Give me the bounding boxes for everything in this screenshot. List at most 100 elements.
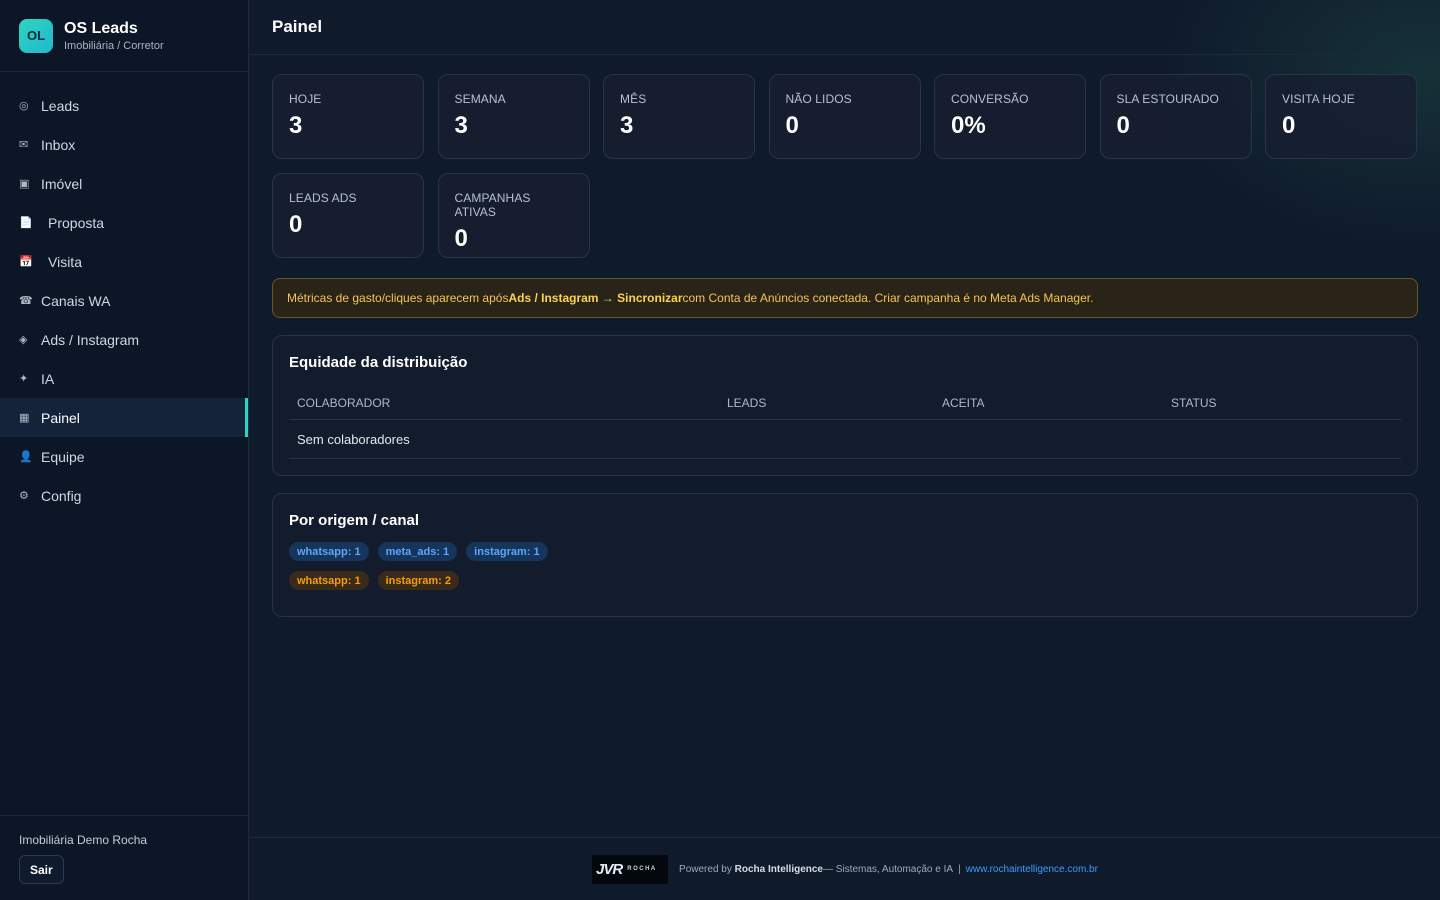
organization-name: Imobiliária Demo Rocha (19, 833, 148, 847)
sidebar: OL OS Leads Imobiliária / Corretor ◎ Lea… (0, 0, 249, 900)
stat-label: CAMPANHAS ATIVAS (454, 191, 531, 219)
page-title: Painel (272, 17, 323, 36)
mail-icon: ✉ (19, 139, 29, 151)
column-header-status: STATUS (1171, 396, 1217, 410)
column-header-colaborador: COLABORADOR (297, 396, 391, 410)
building-icon: ▣ (19, 178, 30, 190)
stat-label: VISITA HOJE (1282, 92, 1355, 106)
stat-value: 3 (620, 112, 634, 139)
sidebar-item-label: IA (41, 370, 55, 387)
column-header-aceita: ACEITA (942, 396, 985, 410)
topbar: Painel (250, 0, 1440, 55)
sidebar-item-visita[interactable]: 📅 Visita (0, 242, 248, 281)
stat-label: SEMANA (454, 92, 506, 106)
stat-card-nao-lidos: NÃO LIDOS 0 (768, 74, 921, 159)
sparkle-icon: ✦ (19, 373, 29, 385)
sidebar-item-proposta[interactable]: 📄 Proposta (0, 203, 248, 242)
powered-by-prefix: Powered by (679, 863, 732, 875)
stat-label: NÃO LIDOS (785, 92, 852, 106)
origin-chip: whatsapp: 1 (289, 571, 369, 590)
stat-card-conversao: CONVERSÃO 0% (934, 74, 1086, 159)
page-footer: JVR ROCHA Powered by Rocha Intelligence … (250, 837, 1440, 900)
stat-card-sla-estourado: SLA ESTOURADO 0 (1099, 74, 1252, 159)
origin-chip: meta_ads: 1 (377, 542, 458, 561)
sidebar-item-painel[interactable]: ▦ Painel (0, 398, 248, 437)
origin-panel: Por origem / canal whatsapp: 1 meta_ads:… (272, 493, 1418, 617)
stat-card-mes: MÊS 3 (603, 74, 755, 159)
brand-logo: OL (19, 18, 53, 53)
panel-title: Por origem / canal (289, 512, 420, 529)
document-icon: 📄 (19, 217, 33, 229)
sidebar-item-label: Proposta (48, 214, 105, 231)
stat-card-visita-hoje: VISITA HOJE 0 (1265, 74, 1417, 159)
stat-label: LEADS ADS (289, 191, 357, 205)
sidebar-item-label: Ads / Instagram (41, 331, 140, 348)
column-header-leads: LEADS (727, 396, 767, 410)
app-title: OS Leads (64, 19, 138, 37)
target-icon: ◎ (19, 100, 29, 112)
stat-card-campanhas-ativas: CAMPANHAS ATIVAS 0 (437, 173, 590, 258)
stat-value: 0% (951, 112, 986, 139)
sidebar-item-label: Equipe (41, 448, 85, 465)
stat-label: HOJE (289, 92, 322, 106)
distribution-panel: Equidade da distribuição COLABORADOR LEA… (272, 335, 1418, 476)
origin-chip: instagram: 2 (377, 571, 459, 590)
stat-card-semana: SEMANA 3 (437, 74, 590, 159)
sidebar-item-label: Leads (41, 97, 80, 114)
stat-label: MÊS (620, 92, 647, 106)
ads-metrics-notice: Métricas de gasto/cliques aparecem após … (272, 278, 1418, 318)
grid-icon: ▦ (19, 412, 30, 424)
logo-wordmark: ROCHA (627, 866, 657, 872)
sidebar-item-imovel[interactable]: ▣ Imóvel (0, 164, 248, 203)
distribution-table: COLABORADOR LEADS ACEITA STATUS Sem cola… (289, 387, 1401, 459)
sidebar-item-inbox[interactable]: ✉ Inbox (0, 125, 248, 164)
stats-grid: HOJE 3 SEMANA 3 MÊS 3 NÃO LIDOS 0 CONVER… (272, 74, 1418, 258)
sidebar-item-canais-wa[interactable]: ☎ Canais WA (0, 281, 248, 320)
stat-value: 3 (454, 112, 468, 139)
app-subtitle: Imobiliária / Corretor (64, 39, 164, 52)
company-name: Rocha Intelligence (734, 863, 823, 875)
sidebar-item-label: Painel (41, 409, 80, 426)
table-header: COLABORADOR LEADS ACEITA STATUS (289, 387, 1401, 420)
stat-value: 0 (454, 225, 468, 252)
sidebar-item-label: Visita (48, 253, 82, 270)
stat-value: 0 (785, 112, 799, 139)
logout-button[interactable]: Sair (19, 855, 64, 884)
stat-card-hoje: HOJE 3 (272, 74, 424, 159)
empty-state-text: Sem colaboradores (297, 431, 410, 447)
brand: OL OS Leads Imobiliária / Corretor (0, 0, 248, 72)
company-logo: JVR ROCHA (592, 854, 669, 884)
sidebar-item-label: Inbox (41, 136, 76, 153)
stat-value: 0 (1282, 112, 1296, 139)
sidebar-item-leads[interactable]: ◎ Leads (0, 86, 248, 125)
stat-value: 3 (289, 112, 303, 139)
origin-chip: whatsapp: 1 (289, 542, 369, 561)
sidebar-item-config[interactable]: ⚙ Config (0, 476, 248, 515)
stat-label: CONVERSÃO (951, 92, 1029, 106)
sidebar-footer: Imobiliária Demo Rocha Sair (0, 815, 248, 900)
sidebar-item-label: Canais WA (41, 292, 111, 309)
footer-separator: | (958, 863, 961, 875)
gear-icon: ⚙ (19, 490, 29, 502)
table-row-empty: Sem colaboradores (289, 420, 1401, 459)
stat-label: SLA ESTOURADO (1116, 92, 1219, 106)
main-content: Painel HOJE 3 SEMANA 3 MÊS 3 NÃO LIDOS 0… (250, 0, 1440, 900)
sidebar-item-ia[interactable]: ✦ IA (0, 359, 248, 398)
stat-card-leads-ads: LEADS ADS 0 (272, 173, 424, 258)
diamond-icon: ◈ (19, 334, 28, 346)
sidebar-item-ads-instagram[interactable]: ◈ Ads / Instagram (0, 320, 248, 359)
panel-title: Equidade da distribuição (289, 354, 468, 371)
origin-chips: whatsapp: 1 meta_ads: 1 instagram: 1 wha… (289, 542, 1401, 590)
person-icon: 👤 (19, 451, 33, 463)
stat-value: 0 (289, 211, 303, 238)
company-tagline: — Sistemas, Automação e IA (823, 863, 954, 875)
notice-prefix: Métricas de gasto/cliques aparecem após (287, 291, 509, 305)
notice-highlight: Ads / Instagram → Sincronizar (508, 291, 683, 305)
company-website-link[interactable]: www.rochaintelligence.com.br (966, 864, 1098, 875)
sidebar-item-equipe[interactable]: 👤 Equipe (0, 437, 248, 476)
logo-mark: JVR (596, 860, 623, 878)
origin-chip: instagram: 1 (466, 542, 548, 561)
sidebar-nav: ◎ Leads ✉ Inbox ▣ Imóvel 📄 Proposta 📅 Vi… (0, 86, 248, 515)
calendar-icon: 📅 (19, 256, 33, 268)
stat-value: 0 (1116, 112, 1130, 139)
